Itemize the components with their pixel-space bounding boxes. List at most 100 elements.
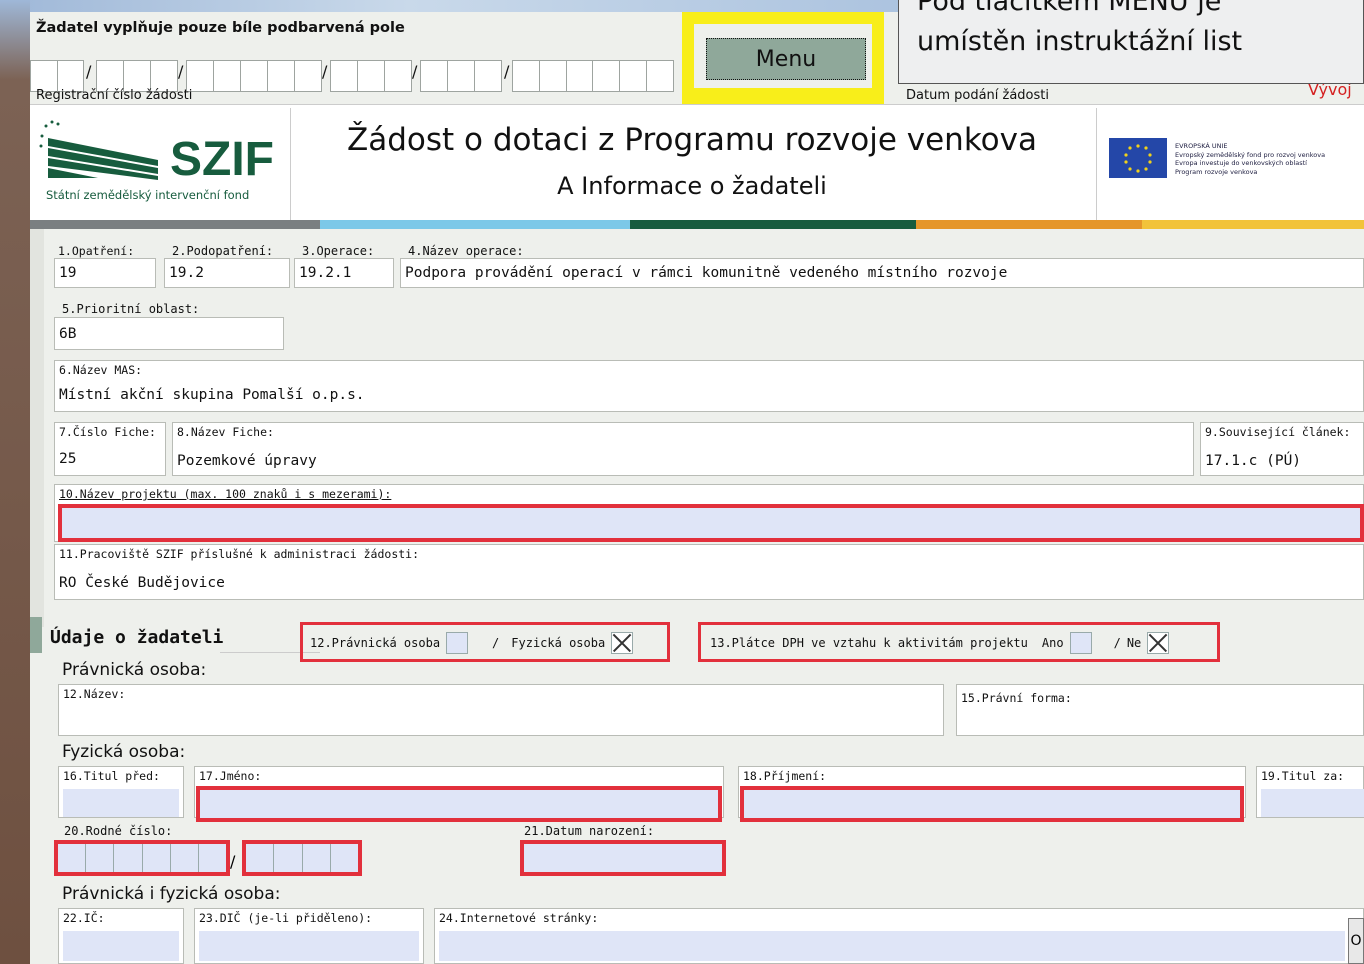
instruction-text: Žadatel vyplňuje pouze bíle podbarvená p… — [36, 20, 405, 36]
field-label: 11.Pracoviště SZIF příslušné k administr… — [59, 547, 420, 561]
field-value: 6B — [59, 326, 77, 342]
natural-person-heading: Fyzická osoba: — [62, 742, 186, 762]
digit-cell — [86, 844, 115, 872]
dic-field: 23.DIČ (je-li přiděleno): — [194, 908, 424, 964]
souvisejici-clanek-field: 9.Související článek: 17.1.c (PÚ) — [1200, 422, 1364, 476]
field-value: Pozemkové úpravy — [177, 453, 317, 469]
field-label: 24.Internetové stránky: — [439, 911, 599, 925]
digit-cell — [114, 844, 143, 872]
required-highlight — [196, 786, 722, 822]
legal-person-checkbox[interactable] — [446, 632, 469, 654]
eu-text-line: Program rozvoje venkova — [1175, 167, 1258, 176]
field-value: 19.2.1 — [299, 265, 352, 281]
title-after-input[interactable] — [1261, 789, 1364, 817]
field-label: 12.Název: — [63, 687, 126, 701]
eu-text-line: Evropský zemědělský fond pro rozvoj venk… — [1175, 150, 1326, 159]
section-marker — [30, 617, 42, 653]
required-highlight — [58, 504, 1364, 542]
field-label: 5.Prioritní oblast: — [62, 302, 200, 316]
natural-person-checkbox[interactable] — [611, 632, 634, 654]
field-label: 19.Titul za: — [1261, 769, 1345, 783]
field-label: 7.Číslo Fiche: — [59, 425, 156, 439]
person-type-group: 12.Právnická osoba / Fyzická osoba — [310, 632, 634, 654]
field-label: 18.Příjmení: — [743, 769, 827, 783]
birth-number-part1[interactable] — [58, 844, 226, 872]
reg-slash: / — [86, 62, 92, 81]
field-label: 23.DIČ (je-li přiděleno): — [199, 911, 373, 925]
color-bar-green — [630, 220, 916, 229]
field-label: 3.Operace: — [302, 244, 375, 258]
color-bar-blue — [320, 220, 630, 229]
reg-slash: / — [178, 62, 184, 81]
reg-slash: / — [504, 62, 510, 81]
field-value: 17.1.c (PÚ) — [1205, 453, 1302, 469]
field-label: 16.Titul před: — [63, 769, 160, 783]
form-subtitle: A Informace o žadateli — [557, 172, 827, 200]
digit-cell — [246, 844, 275, 872]
legal-person-heading: Právnická osoba: — [62, 660, 207, 680]
reg-slash: / — [412, 62, 418, 81]
field-label: 6.Název MAS: — [59, 363, 143, 377]
website-input[interactable] — [439, 931, 1345, 961]
reg-number-label: Registrační číslo žádosti — [36, 88, 193, 103]
reg-slash: / — [322, 62, 328, 81]
field-value: Místní akční skupina Pomalší o.p.s. — [59, 387, 365, 403]
color-bar-yellow — [1142, 220, 1364, 229]
podopatreni-value-box: 19.2 — [164, 258, 290, 288]
tooltip-line-2: umístěn instruktážní list — [917, 26, 1243, 57]
field-label: 10.Název projektu (max. 100 znaků i s me… — [59, 487, 392, 501]
digit-cell — [303, 844, 331, 872]
slide-background-left — [0, 0, 30, 964]
szif-logo: SZIF Státní zemědělský intervenční fond — [30, 108, 291, 220]
birth-number-part2[interactable] — [246, 844, 358, 872]
required-highlight — [740, 786, 1244, 822]
eu-logo: EVROPSKÁ UNIE Evropský zemědělský fond p… — [1096, 108, 1364, 220]
reg-number-box-4[interactable] — [330, 60, 412, 92]
form-margin — [30, 229, 44, 627]
title-before-field: 16.Titul před: — [58, 766, 184, 818]
birth-date-label: 21.Datum narození: — [524, 824, 655, 838]
legal-name-field: 12.Název: — [58, 684, 944, 736]
field-label: 2.Podopatření: — [172, 244, 274, 258]
field-label: 22.IČ: — [63, 911, 105, 925]
digit-cell — [143, 844, 171, 872]
title-before-input[interactable] — [63, 789, 179, 817]
nazev-operace-value-box: Podpora provádění operací v rámci komuni… — [400, 258, 1364, 288]
cislo-fiche-field: 7.Číslo Fiche: 25 — [54, 422, 166, 476]
ico-field: 22.IČ: — [58, 908, 184, 964]
applicant-heading: Údaje o žadateli — [50, 627, 224, 648]
logo-caption: Státní zemědělský intervenční fond — [46, 188, 250, 202]
field-label: 4.Název operace: — [408, 244, 524, 258]
field-value: Podpora provádění operací v rámci komuni… — [405, 265, 1008, 281]
eu-flag-icon — [1109, 138, 1167, 178]
reg-number-box-5[interactable] — [420, 60, 502, 92]
submission-date-label: Datum podání žádosti — [906, 88, 1049, 103]
edge-button[interactable]: O — [1348, 918, 1364, 964]
pracoviste-szif-field: 11.Pracoviště SZIF příslušné k administr… — [54, 544, 1364, 600]
slash: / — [1113, 636, 1121, 650]
eu-text-line: EVROPSKÁ UNIE — [1175, 142, 1228, 150]
vat-yes-checkbox[interactable] — [1069, 632, 1092, 654]
vat-no-label: Ne — [1126, 636, 1142, 650]
digit-cell — [199, 844, 226, 872]
vat-no-checkbox[interactable] — [1147, 632, 1170, 654]
field-label: 9.Související článek: — [1205, 425, 1351, 439]
eu-text-line: Evropa investuje do venkovských oblastí — [1175, 159, 1307, 167]
tooltip-line-1: Pod tlačítkem MENU je — [917, 0, 1222, 17]
opatreni-value-box: 19 — [54, 258, 156, 288]
field-label: 15.Právní forma: — [961, 691, 1072, 705]
color-bar-grey — [30, 220, 320, 229]
menu-button[interactable]: Menu — [706, 38, 866, 80]
field-label: 8.Název Fiche: — [177, 425, 274, 439]
website-field: 24.Internetové stránky: — [434, 908, 1364, 964]
slash: / — [492, 636, 500, 650]
reg-number-box-6[interactable] — [512, 60, 674, 92]
application-form: Žadatel vyplňuje pouze bíle podbarvená p… — [30, 12, 1364, 964]
eu-text: EVROPSKÁ UNIE Evropský zemědělský fond p… — [1175, 142, 1325, 176]
field-value: 19.2 — [169, 265, 204, 281]
ico-input[interactable] — [63, 931, 179, 961]
reg-number-box-3[interactable] — [186, 60, 322, 92]
both-persons-heading: Právnická i fyzická osoba: — [62, 884, 281, 904]
field-value: RO České Budějovice — [59, 575, 225, 591]
dic-input[interactable] — [199, 931, 419, 961]
